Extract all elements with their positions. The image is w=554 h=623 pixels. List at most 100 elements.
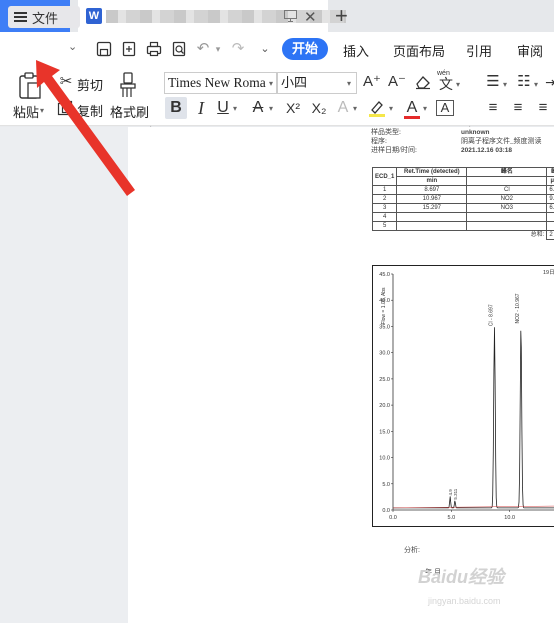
print-icon[interactable] — [145, 40, 163, 58]
undo-dropdown-icon[interactable]: ▾ — [209, 40, 227, 58]
meta-row: 样品类型: unknown — [371, 128, 490, 136]
paste-button[interactable]: 粘贴 — [13, 102, 39, 121]
table-cell — [466, 212, 548, 222]
pinyin-guide-icon[interactable]: 文 — [437, 75, 455, 93]
tab-references[interactable]: 引用 — [466, 41, 492, 60]
highlight-icon[interactable] — [368, 98, 386, 118]
file-menu-button[interactable]: 文件 — [8, 6, 80, 28]
strikethrough-dropdown-icon[interactable]: ▾ — [269, 104, 273, 113]
tab-start[interactable]: 开始 — [282, 38, 328, 60]
font-size-value: 小四 — [281, 75, 308, 90]
font-size-select[interactable]: 小四 — [277, 72, 357, 94]
new-tab-icon[interactable]: + — [335, 3, 348, 29]
bullet-list-dropdown-icon[interactable]: ▾ — [503, 80, 507, 89]
table-cell — [546, 212, 554, 222]
table-row: 2 10.967 NO2 9. — [371, 194, 554, 204]
table-row: 3 15.297 NO3 6. — [371, 203, 554, 213]
font-name-select[interactable]: Times New Roma — [164, 72, 277, 94]
table-header: 峰 — [546, 167, 554, 177]
tab-insert[interactable]: 插入 — [343, 41, 369, 60]
peak-label: Cl - 8.697 — [488, 304, 494, 326]
highlight-dropdown-icon[interactable]: ▾ — [389, 104, 393, 113]
underline-dropdown-icon[interactable]: ▾ — [233, 104, 237, 113]
table-cell: 15.297 — [396, 203, 468, 213]
table-cell: NO2 — [466, 194, 548, 204]
y-tick-label: 25.0 — [379, 377, 390, 383]
copy-icon[interactable] — [57, 100, 73, 116]
font-color-dropdown-icon[interactable]: ▾ — [423, 104, 427, 113]
numbered-list-dropdown-icon[interactable]: ▾ — [534, 80, 538, 89]
table-cell: 8.697 — [396, 185, 468, 195]
font-size-dropdown-icon[interactable]: ▾ — [347, 79, 351, 88]
print-preview-icon[interactable] — [170, 40, 188, 58]
italic-button[interactable]: I — [193, 97, 209, 119]
tab-page-layout[interactable]: 页面布局 — [393, 41, 445, 60]
format-painter-icon[interactable] — [117, 71, 139, 99]
paste-icon[interactable] — [17, 71, 43, 101]
chromatogram-chart: 0.05.010.015.020.025.030.035.040.045.00.… — [379, 269, 554, 521]
y-tick-label: 0.0 — [382, 508, 390, 514]
x-tick-label: 10.0 — [504, 515, 515, 521]
bullet-list-icon[interactable]: ☰ — [484, 73, 502, 91]
pinyin-dropdown-icon[interactable]: ▾ — [456, 80, 460, 89]
subscript-button[interactable]: X₂ — [309, 97, 329, 119]
save-icon[interactable] — [95, 40, 113, 58]
align-left-icon[interactable]: ≡ — [484, 99, 502, 117]
scissors-icon[interactable]: ✂ — [57, 73, 75, 91]
table-header: ECD_1 — [371, 167, 398, 186]
char-border-button[interactable]: A — [436, 100, 454, 116]
redo-icon[interactable]: ↷ — [229, 40, 247, 58]
peak-table: ECD_1 Ret.Time (detected) 峰名 峰 min µS 18… — [371, 167, 554, 240]
table-header: 峰名 — [466, 167, 548, 177]
text-effect-button[interactable]: A — [335, 97, 351, 119]
watermark-url: jingyan.baidu.com — [428, 596, 501, 606]
strikethrough-button[interactable]: A — [250, 97, 266, 119]
close-tab-icon[interactable]: ✕ — [304, 8, 317, 26]
paste-dropdown-icon[interactable]: ▾ — [40, 106, 44, 115]
bold-button[interactable]: B — [165, 97, 187, 119]
grow-font-icon[interactable]: A⁺ — [363, 73, 381, 91]
monitor-icon[interactable] — [284, 10, 297, 22]
x-tick-label: 0.0 — [389, 515, 397, 521]
table-cell: 2 — [371, 194, 398, 204]
peak-label: 4.9 — [448, 489, 453, 496]
analyst-label: 分析: — [404, 547, 420, 554]
baidu-watermark: Baidu经验 — [418, 567, 505, 587]
y-tick-label: 15.0 — [379, 429, 390, 435]
y-tick-label: 10.0 — [379, 456, 390, 462]
clear-format-icon[interactable] — [414, 74, 432, 90]
more-icon[interactable]: ⌄ — [256, 40, 274, 58]
tab-review[interactable]: 审阅 — [517, 41, 543, 60]
font-name-dropdown-icon[interactable]: ▾ — [269, 79, 273, 88]
font-color-swatch — [404, 116, 420, 119]
copy-button[interactable]: 复制 — [77, 101, 103, 120]
x-tick-label: 5.0 — [448, 515, 456, 521]
table-cell: 6. — [546, 185, 554, 195]
table-cell: NO3 — [466, 203, 548, 213]
table-cell — [546, 221, 554, 231]
table-cell: 10.967 — [396, 194, 468, 204]
indent-icon[interactable]: ⇥ — [542, 73, 554, 91]
table-row: 1 8.697 Cl 6. — [371, 185, 554, 195]
document-tab[interactable]: W ✕ — [78, 0, 346, 32]
text-effect-dropdown-icon[interactable]: ▾ — [353, 104, 357, 113]
superscript-button[interactable]: X² — [283, 97, 303, 119]
table-unit: min — [396, 176, 468, 186]
underline-button[interactable]: U — [215, 97, 231, 119]
numbered-list-icon[interactable]: ☷ — [515, 73, 533, 91]
table-header: Ret.Time (detected) — [396, 167, 468, 177]
y-tick-label: 45.0 — [379, 272, 390, 278]
format-painter-button[interactable]: 格式刷 — [110, 102, 149, 121]
export-pdf-icon[interactable] — [120, 40, 138, 58]
y-tick-label: 20.0 — [379, 403, 390, 409]
wps-window: 首页 W ✕ + 文件 ⌄ ↶ ▾ — [0, 0, 554, 623]
chevron-down-icon[interactable]: ⌄ — [68, 40, 77, 53]
shrink-font-icon[interactable]: A⁻ — [388, 73, 406, 91]
y-axis-label: Flow = 1.00, Abs — [381, 287, 387, 325]
align-center-icon[interactable]: ≡ — [509, 99, 527, 117]
tab-bar: 首页 W ✕ + — [0, 0, 554, 32]
align-right-icon[interactable]: ≡ — [534, 99, 552, 117]
file-menu-label: 文件 — [32, 10, 59, 26]
cut-button[interactable]: 剪切 — [77, 75, 103, 94]
table-row: 5 — [371, 221, 554, 231]
